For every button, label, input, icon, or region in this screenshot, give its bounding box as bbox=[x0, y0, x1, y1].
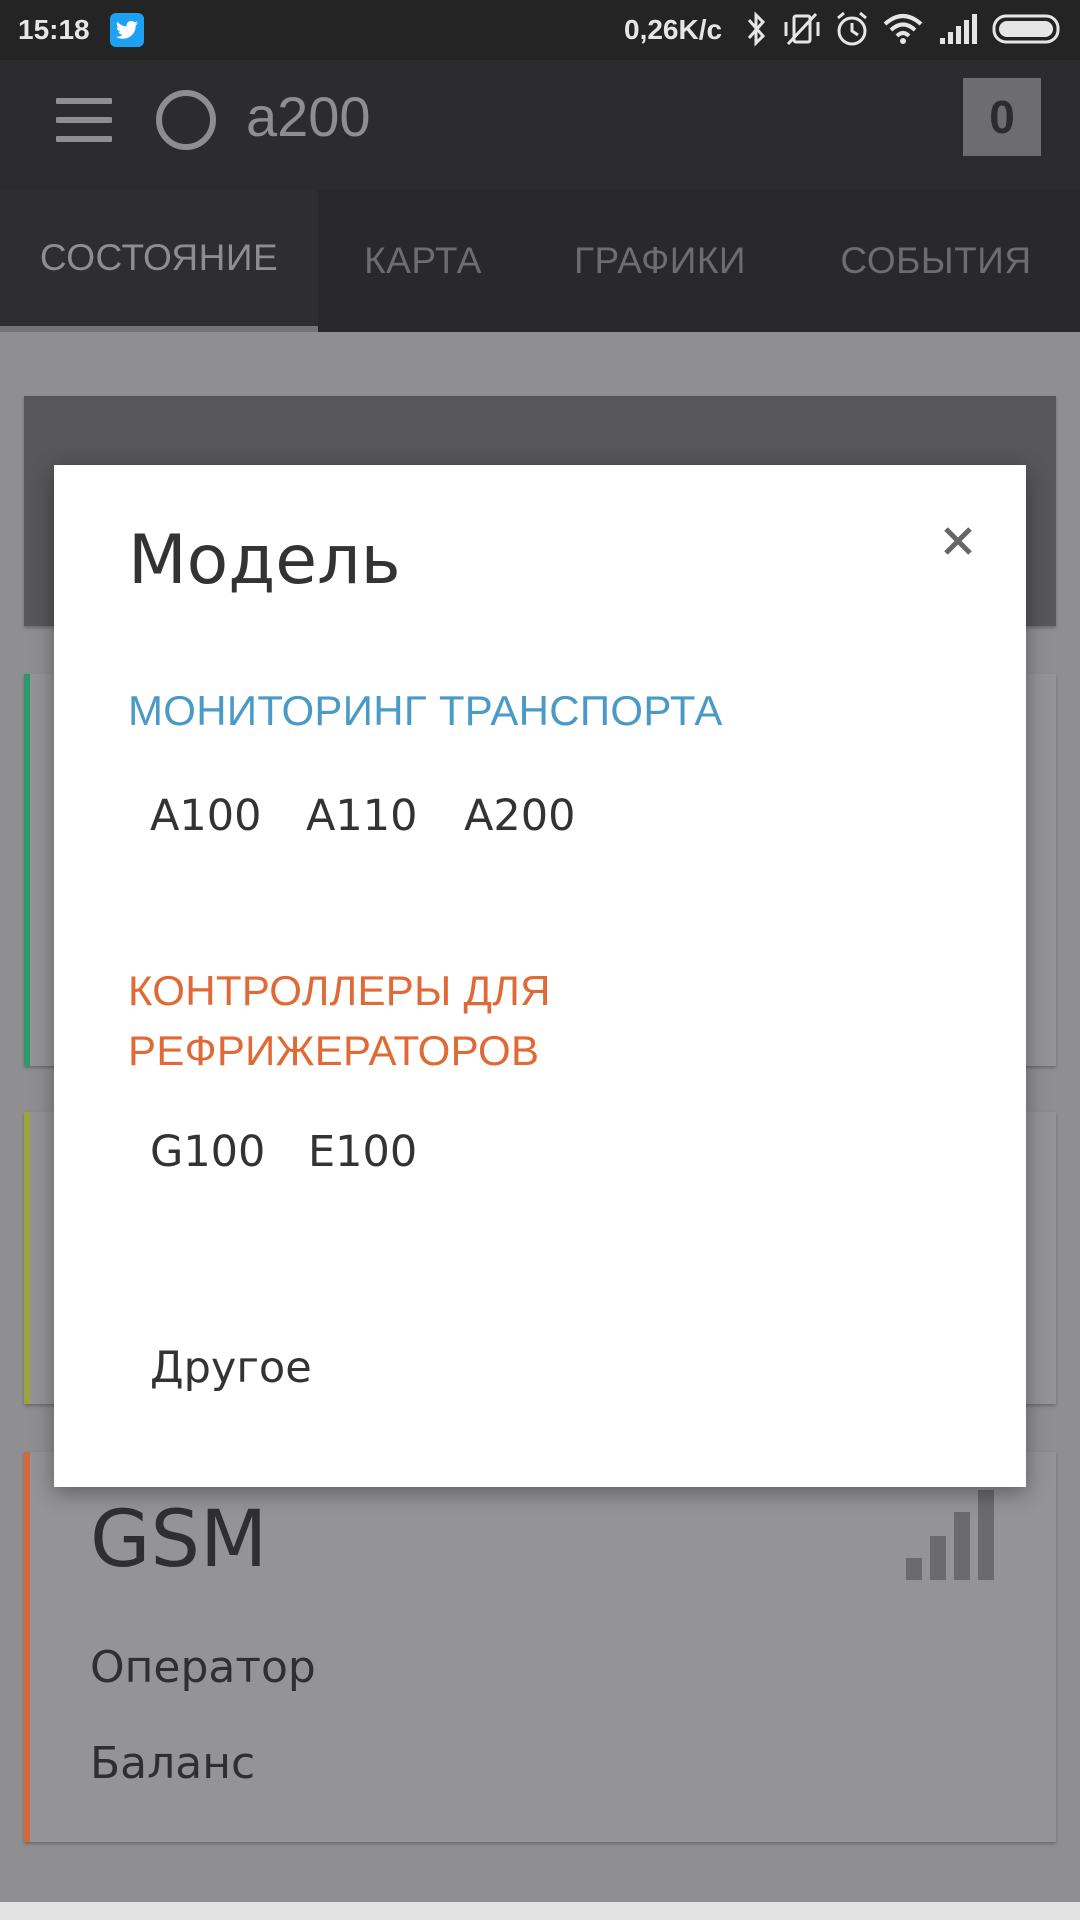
alarm-icon bbox=[834, 10, 870, 55]
twitter-icon bbox=[110, 13, 144, 47]
app-bar: a200 0 bbox=[0, 60, 1080, 190]
model-option-e100[interactable]: E100 bbox=[308, 1127, 417, 1177]
model-option-a200[interactable]: A200 bbox=[464, 791, 576, 841]
hamburger-menu-icon[interactable] bbox=[56, 98, 112, 142]
model-dialog: Модель МОНИТОРИНГ ТРАНСПОРТА A100 A110 A… bbox=[54, 465, 1026, 1487]
device-title: a200 bbox=[246, 85, 371, 148]
gsm-operator-label: Оператор bbox=[90, 1642, 316, 1693]
model-option-a110[interactable]: A110 bbox=[306, 791, 418, 841]
cell-signal-icon bbox=[938, 10, 980, 55]
tab-map[interactable]: КАРТА bbox=[318, 190, 528, 332]
status-bar: 15:18 0,26K/с bbox=[0, 0, 1080, 60]
model-option-other[interactable]: Другое bbox=[150, 1343, 312, 1393]
bottom-edge bbox=[0, 1902, 1080, 1920]
bluetooth-icon bbox=[745, 10, 769, 55]
section-title-refrigerators: КОНТРОЛЛЕРЫ ДЛЯ РЕФРИЖЕРАТОРОВ bbox=[128, 967, 551, 1074]
tab-bar: СОСТОЯНИЕ КАРТА ГРАФИКИ СОБЫТИЯ bbox=[0, 190, 1080, 332]
status-time: 15:18 bbox=[18, 14, 90, 45]
network-rate: 0,26K/с bbox=[624, 14, 723, 45]
vibrate-off-icon bbox=[782, 10, 822, 55]
tab-events[interactable]: СОБЫТИЯ bbox=[792, 190, 1080, 332]
gsm-card-title: GSM bbox=[90, 1495, 268, 1585]
gsm-balance-label: Баланс bbox=[90, 1738, 256, 1789]
status-circle-icon bbox=[156, 90, 216, 150]
battery-icon bbox=[992, 10, 1064, 55]
notification-count-button[interactable]: 0 bbox=[963, 78, 1041, 156]
gsm-signal-icon bbox=[906, 1490, 998, 1580]
section-title-transport: МОНИТОРИНГ ТРАНСПОРТА bbox=[128, 687, 723, 734]
tab-status[interactable]: СОСТОЯНИЕ bbox=[0, 190, 318, 332]
close-icon[interactable] bbox=[930, 513, 986, 569]
tab-charts[interactable]: ГРАФИКИ bbox=[528, 190, 792, 332]
model-option-g100[interactable]: G100 bbox=[150, 1127, 265, 1177]
screen: 15:18 0,26K/с a200 0 СОСТОЯНИЕ КАРТА ГРА… bbox=[0, 0, 1080, 1920]
model-option-a100[interactable]: A100 bbox=[150, 791, 262, 841]
wifi-icon bbox=[882, 10, 924, 55]
dialog-title: Модель bbox=[128, 521, 401, 600]
